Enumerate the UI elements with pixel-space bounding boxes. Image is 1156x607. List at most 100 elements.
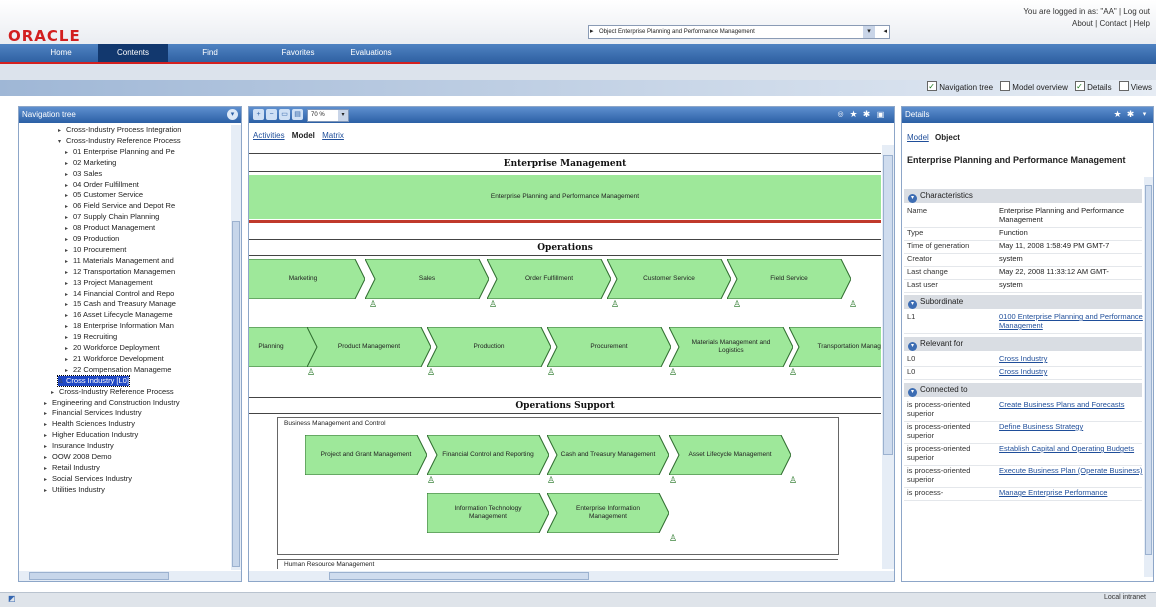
person-icon[interactable]: ♙ — [789, 475, 797, 486]
collapsed-arrow-icon[interactable]: ▸ — [44, 486, 52, 496]
tab-find[interactable]: Find — [190, 44, 230, 64]
tree-item[interactable]: ▸ 16 Asset Lifecycle Manageme — [65, 310, 173, 320]
process-chevron[interactable]: Asset Lifecycle Management — [669, 435, 791, 475]
process-chevron[interactable]: Project and Grant Management — [305, 435, 427, 475]
collapsed-arrow-icon[interactable]: ▸ — [65, 181, 73, 191]
process-chevron[interactable]: Information Technology Management — [427, 493, 549, 533]
views-checkbox[interactable] — [1118, 81, 1129, 91]
tab-contents[interactable]: Contents — [98, 44, 168, 64]
nav-scroll-thumb[interactable] — [232, 221, 240, 567]
zoom-in-icon[interactable]: + — [253, 109, 264, 120]
tree-item[interactable]: ▸ 01 Enterprise Planning and Pe — [65, 147, 175, 157]
collapsed-arrow-icon[interactable]: ▸ — [65, 311, 73, 321]
details-checkbox[interactable] — [1075, 79, 1086, 95]
person-icon[interactable]: ♙ — [307, 367, 315, 378]
navigation-tree-checkbox[interactable] — [927, 79, 938, 95]
tree-item[interactable]: ▸ 15 Cash and Treasury Manage — [65, 299, 176, 309]
tree-item[interactable]: ▸ Cross-Industry Process Integration — [58, 125, 181, 135]
collapsed-arrow-icon[interactable]: ▸ — [65, 257, 73, 267]
chevron-down-icon[interactable]: ▾ — [863, 26, 875, 38]
tree-item[interactable]: ▸ 14 Financial Control and Repo — [65, 289, 174, 299]
tree-item[interactable]: ▸ 18 Enterprise Information Man — [65, 321, 174, 331]
section-relevant-for[interactable]: ▾ Relevant for — [904, 337, 1142, 351]
process-chevron[interactable]: Marketing — [249, 259, 365, 299]
tree-item[interactable]: ▸ 22 Compensation Manageme — [65, 365, 171, 375]
section-characteristics[interactable]: ▾ Characteristics — [904, 189, 1142, 203]
expanded-arrow-icon[interactable]: ▾ — [58, 137, 66, 147]
collapsed-arrow-icon[interactable]: ▸ — [44, 464, 52, 474]
person-icon[interactable]: ♙ — [849, 299, 857, 310]
collapsed-arrow-icon[interactable]: ▸ — [65, 268, 73, 278]
tree-item[interactable]: ▸ 07 Supply Chain Planning — [65, 212, 159, 222]
collapsed-arrow-icon[interactable]: ▸ — [51, 388, 59, 398]
tree-item[interactable]: ▸ 13 Project Management — [65, 278, 153, 288]
details-vertical-scrollbar[interactable] — [1144, 177, 1153, 577]
section-toggle-icon[interactable]: ▾ — [908, 194, 917, 203]
detail-link[interactable]: Manage Enterprise Performance — [999, 488, 1145, 497]
collapsed-arrow-icon[interactable]: ▸ — [65, 279, 73, 289]
collapsed-arrow-icon[interactable]: ▸ — [65, 159, 73, 169]
tree-item[interactable]: ▸ 05 Customer Service — [65, 190, 143, 200]
process-chevron[interactable]: Cash and Treasury Management — [547, 435, 669, 475]
back-arrow-icon[interactable]: ▸ — [590, 26, 594, 38]
forward-arrow-icon[interactable]: ◂ — [883, 26, 887, 38]
collapsed-arrow-icon[interactable]: ▸ — [44, 420, 52, 430]
tree-item[interactable]: ▸ Social Services Industry — [44, 474, 132, 484]
collapsed-arrow-icon[interactable]: ▸ — [44, 431, 52, 441]
collapsed-arrow-icon[interactable]: ▸ — [65, 344, 73, 354]
tree-item[interactable]: ▸ 04 Order Fulfillment — [65, 180, 139, 190]
process-chevron[interactable]: Production — [427, 327, 551, 367]
process-chevron[interactable]: Transportation Manage — [789, 327, 881, 367]
fit-page-icon[interactable]: ▭ — [279, 109, 290, 120]
process-chevron[interactable]: Procurement — [547, 327, 671, 367]
details-scroll-thumb[interactable] — [1145, 185, 1152, 555]
detail-link[interactable]: Cross Industry — [999, 354, 1145, 363]
collapsed-arrow-icon[interactable]: ▸ — [58, 126, 66, 136]
overview-icon[interactable]: ◎ — [835, 109, 846, 120]
collapsed-arrow-icon[interactable]: ▸ — [65, 322, 73, 332]
collapsed-arrow-icon[interactable]: ▸ — [44, 442, 52, 452]
tree-item[interactable]: ▸ Insurance Industry — [44, 441, 114, 451]
tab-activities[interactable]: Activities — [253, 131, 285, 140]
logout-link[interactable]: Log out — [1123, 7, 1150, 16]
tab-matrix[interactable]: Matrix — [322, 131, 344, 140]
detail-link[interactable]: Cross Industry — [999, 367, 1145, 376]
tree-item[interactable]: ▸ 09 Production — [65, 234, 119, 244]
person-icon[interactable]: ♙ — [669, 367, 677, 378]
person-icon[interactable]: ♙ — [369, 299, 377, 310]
tree-item[interactable]: ▸ OOW 2008 Demo — [44, 452, 112, 462]
collapsed-arrow-icon[interactable]: ▸ — [65, 224, 73, 234]
process-chevron[interactable]: Customer Service — [607, 259, 731, 299]
tree-item[interactable]: ▸ Financial Services Industry — [44, 408, 142, 418]
about-link[interactable]: About — [1072, 19, 1093, 28]
section-connected-to[interactable]: ▾ Connected to — [904, 383, 1142, 397]
favorite-star-icon[interactable]: ★ — [1112, 109, 1123, 120]
process-chevron[interactable]: Field Service — [727, 259, 851, 299]
tree-item[interactable]: ▸ 06 Field Service and Depot Re — [65, 201, 175, 211]
tree-item[interactable]: ▸ Health Sciences Industry — [44, 419, 135, 429]
collapsed-arrow-icon[interactable]: ▸ — [65, 213, 73, 223]
person-icon[interactable]: ♙ — [789, 367, 797, 378]
section-subordinate[interactable]: ▾ Subordinate — [904, 295, 1142, 309]
process-chevron[interactable]: Enterprise Information Management — [547, 493, 669, 533]
collapsed-arrow-icon[interactable]: ▸ — [65, 300, 73, 310]
process-chevron[interactable]: Materials Management and Logistics — [669, 327, 793, 367]
settings-gear-icon[interactable]: ✱ — [861, 109, 872, 120]
tree-item[interactable]: ▸ 10 Procurement — [65, 245, 126, 255]
zoom-out-icon[interactable]: − — [266, 109, 277, 120]
detail-link[interactable]: 0100 Enterprise Planning and Performance… — [999, 312, 1145, 330]
tree-item[interactable]: ▸ 19 Recruiting — [65, 332, 117, 342]
model-canvas[interactable]: Enterprise Management Enterprise Plannin… — [249, 145, 881, 569]
collapsed-arrow-icon[interactable]: ▸ — [65, 333, 73, 343]
collapsed-arrow-icon[interactable]: ▸ — [65, 202, 73, 212]
collapsed-arrow-icon[interactable]: ▸ — [44, 399, 52, 409]
collapsed-arrow-icon[interactable]: ▸ — [65, 191, 73, 201]
process-chevron[interactable]: Sales — [365, 259, 489, 299]
print-icon[interactable]: ▤ — [292, 109, 303, 120]
model-select[interactable]: ▸ Object Enterprise Planning and Perform… — [588, 25, 890, 39]
detail-link[interactable]: Establish Capital and Operating Budgets — [999, 444, 1145, 453]
collapsed-arrow-icon[interactable]: ▸ — [65, 170, 73, 180]
tree-item[interactable]: ▸ Higher Education Industry — [44, 430, 138, 440]
collapsed-arrow-icon[interactable]: ▸ — [65, 246, 73, 256]
close-icon[interactable]: ▣ — [875, 109, 886, 120]
